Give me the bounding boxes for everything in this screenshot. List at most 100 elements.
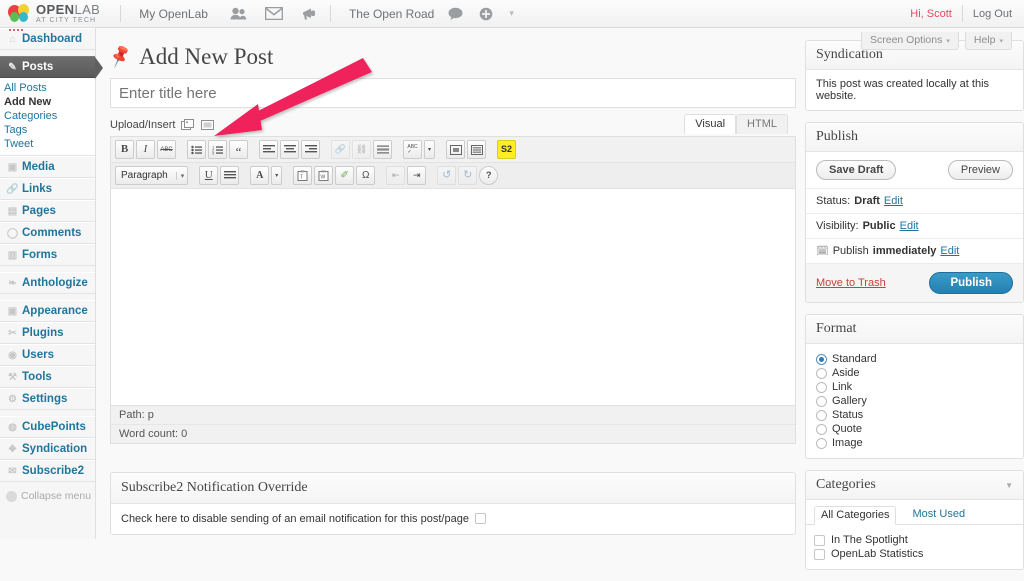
strikethrough-button[interactable]: ABC	[157, 140, 176, 159]
tab-most-used[interactable]: Most Used	[906, 506, 971, 524]
visibility-edit-link[interactable]: Edit	[900, 220, 919, 232]
submenu-item-tags[interactable]: Tags	[0, 123, 95, 137]
sidebar-item-links[interactable]: 🔗 Links	[0, 178, 95, 200]
sidebar-item-pages[interactable]: ▤ Pages	[0, 200, 95, 222]
special-character-button[interactable]: Ω	[356, 166, 376, 185]
undo-button[interactable]: ↺	[437, 166, 457, 185]
spellcheck-dropdown[interactable]: ▾	[424, 140, 435, 159]
paragraph-format-select[interactable]: Paragraph ▾	[115, 166, 189, 185]
add-new-icon[interactable]	[479, 7, 493, 21]
sidebar-item-appearance[interactable]: ▣ Appearance	[0, 300, 95, 322]
text-color-dropdown[interactable]: ▾	[271, 166, 283, 185]
sidebar-item-anthologize[interactable]: ❧ Anthologize	[0, 272, 95, 294]
tab-visual[interactable]: Visual	[684, 114, 737, 134]
sidebar-item-posts[interactable]: ✎ Posts	[0, 56, 103, 79]
sidebar-item-subscribe2[interactable]: ✉ Subscribe2	[0, 460, 95, 482]
add-video-icon[interactable]	[200, 118, 215, 132]
unlink-button[interactable]: ⛓	[352, 140, 371, 159]
site-name-link[interactable]: The Open Road	[341, 7, 442, 21]
sidebar-item-tools[interactable]: ⚒ Tools	[0, 366, 95, 388]
collapse-menu-button[interactable]: Collapse menu	[0, 490, 95, 502]
screen-options-tab[interactable]: Screen Options ▾	[860, 32, 959, 50]
paste-as-text-button[interactable]: T	[293, 166, 313, 185]
greeting-label[interactable]: Hi, Scott	[910, 8, 952, 20]
align-left-button[interactable]	[259, 140, 278, 159]
status-edit-link[interactable]: Edit	[884, 195, 903, 207]
bullet-list-button[interactable]	[187, 140, 206, 159]
submenu-item-categories[interactable]: Categories	[0, 109, 95, 123]
sidebar-item-dashboard[interactable]: ⌂ Dashboard	[0, 28, 95, 50]
add-media-icon[interactable]	[180, 118, 195, 132]
messages-icon[interactable]	[264, 7, 283, 20]
outdent-button[interactable]: ⇤	[386, 166, 406, 185]
logout-link[interactable]: Log Out	[973, 8, 1012, 20]
subscribe2-token-button[interactable]: S2	[497, 140, 516, 159]
sidebar-item-media[interactable]: ▣ Media	[0, 156, 95, 178]
sidebar-item-label: Subscribe2	[22, 465, 84, 477]
syndication-icon: ❖	[8, 443, 17, 455]
submenu-item-tweet[interactable]: Tweet	[0, 137, 95, 151]
notifications-icon[interactable]	[301, 7, 320, 21]
my-openlab-link[interactable]: My OpenLab	[131, 7, 216, 21]
comments-icon[interactable]	[448, 7, 463, 20]
sidebar-item-settings[interactable]: ⚙ Settings	[0, 388, 95, 410]
format-option-quote[interactable]: Quote	[816, 422, 1013, 436]
submenu-item-all-posts[interactable]: All Posts	[0, 81, 95, 95]
format-option-standard[interactable]: Standard	[816, 352, 1013, 366]
sidebar-item-cubepoints[interactable]: ◍ CubePoints	[0, 416, 95, 438]
more-tag-button[interactable]	[373, 140, 392, 159]
publish-box: Publish Save Draft Preview Status: Draft…	[805, 122, 1024, 303]
visibility-label: Visibility:	[816, 220, 859, 232]
align-center-button[interactable]	[280, 140, 299, 159]
format-option-status[interactable]: Status	[816, 408, 1013, 422]
sidebar-item-syndication[interactable]: ❖ Syndication	[0, 438, 95, 460]
blockquote-button[interactable]: “	[229, 140, 248, 159]
sidebar-item-comments[interactable]: ◯ Comments	[0, 222, 95, 244]
redo-button[interactable]: ↻	[458, 166, 478, 185]
friends-icon[interactable]	[230, 7, 247, 20]
category-item[interactable]: OpenLab Statistics	[814, 547, 1015, 561]
sidebar-item-users[interactable]: ◉ Users	[0, 344, 95, 366]
fullscreen-button[interactable]	[446, 140, 465, 159]
kitchen-sink-button[interactable]	[467, 140, 486, 159]
post-title-input[interactable]	[110, 78, 796, 108]
indent-button[interactable]: ⇥	[407, 166, 427, 185]
sidebar-item-forms[interactable]: ▥ Forms	[0, 244, 95, 266]
openlab-logo[interactable]: OPENLAB AT CITY TECH	[0, 2, 110, 31]
numbered-list-button[interactable]: 123	[208, 140, 227, 159]
move-to-trash-link[interactable]: Move to Trash	[816, 277, 886, 289]
chevron-down-icon[interactable]: ▾	[509, 8, 514, 19]
brand-primary: OPEN	[36, 2, 75, 17]
sidebar-item-plugins[interactable]: ✂ Plugins	[0, 322, 95, 344]
format-option-link[interactable]: Link	[816, 380, 1013, 394]
sidebar-item-label: Posts	[22, 61, 54, 73]
text-color-button[interactable]: A	[250, 166, 270, 185]
subscribe2-disable-checkbox[interactable]	[474, 513, 486, 524]
format-option-aside[interactable]: Aside	[816, 366, 1013, 380]
publish-button[interactable]: Publish	[929, 272, 1013, 294]
help-tab[interactable]: Help ▾	[964, 32, 1012, 50]
category-item[interactable]: In The Spotlight	[814, 533, 1015, 547]
submenu-item-add-new[interactable]: Add New	[0, 95, 95, 109]
toggle-arrow-icon[interactable]: ▼	[1005, 481, 1013, 490]
format-option-image[interactable]: Image	[816, 436, 1013, 450]
align-right-button[interactable]	[301, 140, 320, 159]
schedule-edit-link[interactable]: Edit	[940, 245, 959, 257]
justify-button[interactable]	[220, 166, 240, 185]
tab-html[interactable]: HTML	[736, 114, 788, 134]
remove-formatting-button[interactable]: ✐	[335, 166, 355, 185]
insert-link-button[interactable]: 🔗	[331, 140, 350, 159]
italic-button[interactable]: I	[136, 140, 155, 159]
underline-button[interactable]: U	[199, 166, 219, 185]
save-draft-button[interactable]: Save Draft	[816, 160, 897, 180]
tab-all-categories[interactable]: All Categories	[814, 506, 897, 525]
bold-button[interactable]: B	[115, 140, 134, 159]
help-button[interactable]: ?	[479, 166, 499, 185]
sidebar-item-label: Links	[22, 183, 53, 195]
paste-from-word-button[interactable]: W	[314, 166, 334, 185]
format-option-gallery[interactable]: Gallery	[816, 394, 1013, 408]
spellcheck-button[interactable]: ABC ✓	[403, 140, 422, 159]
editor-content-area[interactable]	[111, 189, 795, 405]
preview-button[interactable]: Preview	[947, 160, 1013, 180]
screen-options-label: Screen Options	[869, 34, 943, 46]
